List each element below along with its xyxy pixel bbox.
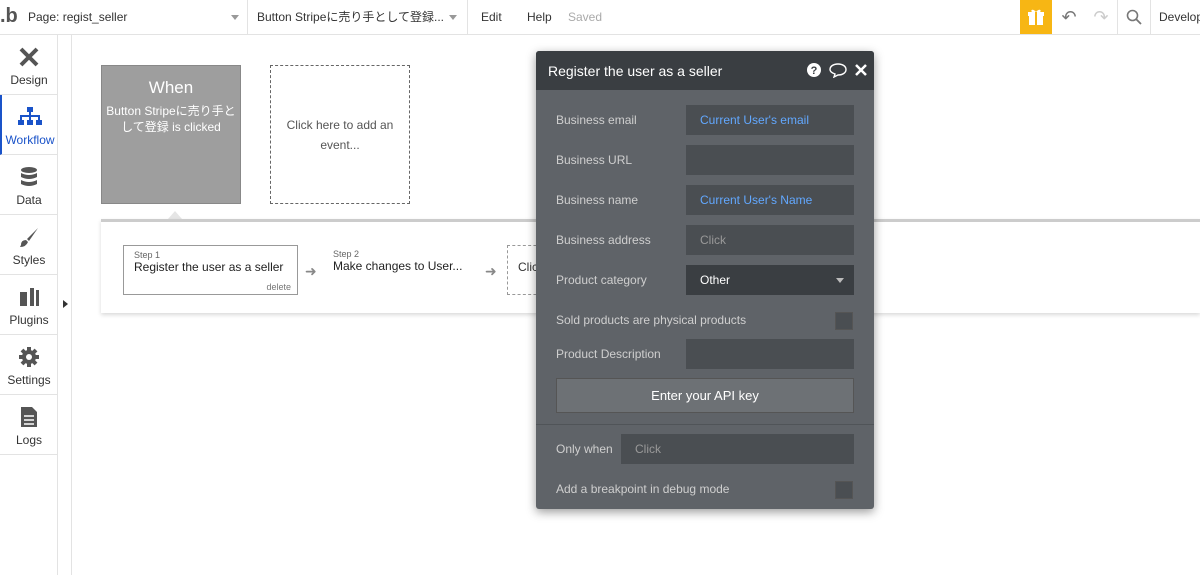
close-icon[interactable] [854, 63, 868, 77]
event-pointer [168, 211, 182, 219]
help-icon[interactable]: ? [806, 62, 822, 78]
sidebar-item-label: Workflow [5, 133, 55, 147]
event-card[interactable]: When Button Stripeに売り手として登録 is clicked [101, 65, 241, 204]
property-editor-header[interactable]: Register the user as a seller ? [536, 51, 874, 90]
gift-icon [1028, 9, 1044, 25]
gift-button[interactable] [1020, 0, 1052, 34]
arrow-right-icon: ➜ [485, 263, 497, 279]
click-placeholder: Click [700, 233, 726, 247]
document-icon [21, 407, 37, 427]
expand-arrow-icon[interactable] [63, 300, 68, 308]
svg-text:?: ? [811, 65, 818, 77]
delete-step-link[interactable]: delete [266, 282, 291, 292]
undo-button[interactable]: ↶ [1053, 0, 1085, 34]
paintbrush-icon [20, 228, 38, 247]
redo-icon: ↷ [1093, 6, 1109, 27]
panel-divider [536, 424, 874, 425]
step-title: Make changes to User... [333, 259, 463, 273]
property-editor-title: Register the user as a seller [548, 63, 723, 79]
business-address-row: Business address Click [536, 225, 874, 255]
arrow-right-icon: ➜ [305, 263, 317, 279]
sidebar: Design Workflow Data Styles Plugins Sett… [0, 35, 68, 575]
top-bar: .b Page: regist_seller Button Stripeに売り手… [0, 0, 1200, 35]
business-name-field[interactable]: Current User's Name [686, 185, 854, 215]
sidebar-item-label: Plugins [9, 313, 49, 327]
page-selector-label: Page: regist_seller [28, 10, 128, 24]
search-button[interactable] [1117, 0, 1149, 34]
business-url-row: Business URL [536, 145, 874, 175]
business-url-field[interactable] [686, 145, 854, 175]
sidebar-item-logs[interactable]: Logs [0, 395, 58, 455]
product-description-row: Product Description [536, 339, 874, 369]
step-title: Register the user as a seller [134, 260, 284, 274]
chevron-down-icon [836, 278, 844, 283]
sidebar-item-settings[interactable]: Settings [0, 335, 58, 395]
element-selector[interactable]: Button Stripeに売り手として登録... [250, 0, 468, 35]
edit-menu[interactable]: Edit [481, 0, 502, 35]
saved-status: Saved [568, 10, 603, 24]
enter-api-key-button[interactable]: Enter your API key [556, 378, 854, 413]
breakpoint-row: Add a breakpoint in debug mode [536, 474, 874, 504]
property-editor: Register the user as a seller ? Business… [536, 51, 874, 509]
element-selector-label: Button Stripeに売り手として登録... [257, 10, 445, 24]
breakpoint-checkbox[interactable] [835, 481, 853, 499]
product-description-label: Product Description [556, 347, 661, 361]
business-email-field[interactable]: Current User's email [686, 105, 854, 135]
add-event-placeholder[interactable]: Click here to add an event... [270, 65, 410, 204]
canvas-divider [71, 35, 72, 575]
workflow-sitemap-icon [18, 107, 42, 125]
only-when-label: Only when [556, 442, 613, 456]
product-category-dropdown[interactable]: Other [686, 265, 854, 295]
event-card-title: When [148, 78, 194, 97]
page-selector[interactable]: Page: regist_seller [22, 0, 248, 35]
design-tools-icon [19, 47, 39, 67]
step-number: Step 2 [333, 249, 360, 259]
undo-icon: ↶ [1061, 6, 1077, 27]
help-menu[interactable]: Help [527, 0, 552, 35]
version-selector[interactable]: Development [1150, 0, 1200, 34]
database-icon [21, 167, 37, 186]
workflow-step-2[interactable]: Step 2 Make changes to User... [323, 245, 473, 295]
event-card-description: Button Stripeに売り手として登録 is clicked [106, 104, 236, 134]
sidebar-item-label: Design [10, 73, 48, 87]
business-name-label: Business name [556, 193, 639, 207]
bubble-logo[interactable]: .b [0, 5, 18, 28]
sidebar-item-label: Data [16, 193, 42, 207]
step-number: Step 1 [134, 250, 161, 260]
sidebar-item-plugins[interactable]: Plugins [0, 275, 68, 335]
chevron-down-icon [449, 15, 457, 20]
only-when-row: Only when Click [536, 434, 874, 464]
business-address-label: Business address [556, 233, 651, 247]
gear-icon [19, 347, 39, 367]
product-description-field[interactable] [686, 339, 854, 369]
sidebar-item-label: Styles [12, 253, 46, 267]
sidebar-item-styles[interactable]: Styles [0, 215, 58, 275]
sidebar-item-workflow[interactable]: Workflow [0, 95, 58, 155]
sidebar-item-label: Settings [7, 373, 51, 387]
business-address-field[interactable]: Click [686, 225, 854, 255]
business-email-label: Business email [556, 113, 637, 127]
workflow-step-1[interactable]: Step 1 Register the user as a seller del… [123, 245, 298, 295]
redo-button[interactable]: ↷ [1085, 0, 1117, 34]
product-category-label: Product category [556, 273, 647, 287]
chevron-down-icon [231, 15, 239, 20]
sold-physical-label: Sold products are physical products [556, 313, 747, 327]
sidebar-item-label: Logs [15, 433, 43, 447]
product-category-row: Product category Other [536, 265, 874, 295]
search-icon [1126, 9, 1142, 25]
product-category-value: Other [700, 273, 731, 287]
business-url-label: Business URL [556, 153, 633, 167]
breakpoint-label: Add a breakpoint in debug mode [556, 482, 730, 496]
sold-physical-row: Sold products are physical products [536, 305, 874, 335]
sold-physical-checkbox[interactable] [835, 312, 853, 330]
plug-icon [20, 288, 39, 306]
only-when-field[interactable]: Click [621, 434, 854, 464]
sidebar-item-data[interactable]: Data [0, 155, 58, 215]
comment-icon[interactable] [828, 62, 848, 78]
business-name-row: Business name Current User's Name [536, 185, 874, 215]
business-email-row: Business email Current User's email [536, 105, 874, 135]
sidebar-item-design[interactable]: Design [0, 35, 58, 95]
